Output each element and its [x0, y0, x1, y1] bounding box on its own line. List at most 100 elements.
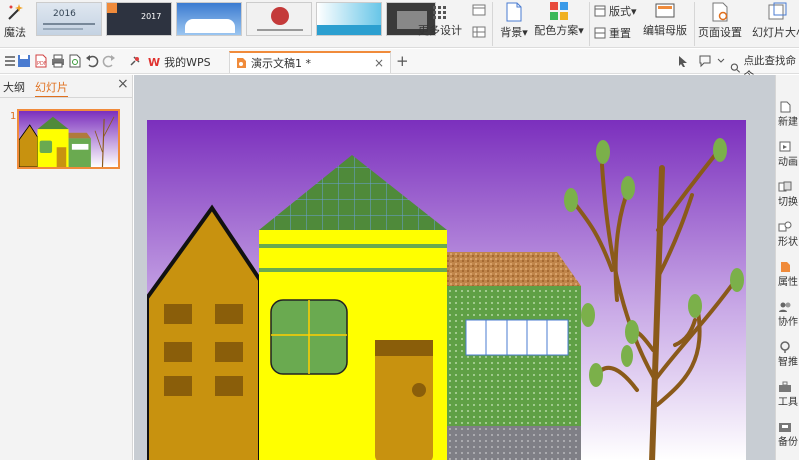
magic-button[interactable]: 魔法 — [0, 2, 30, 40]
slide-number: 1 — [10, 111, 17, 122]
tool-icon — [779, 381, 791, 392]
menu-icon[interactable] — [3, 54, 17, 68]
slide-1[interactable] — [147, 120, 746, 460]
editing-canvas[interactable] — [134, 75, 775, 460]
tab-document[interactable]: 演示文稿1 * × — [229, 51, 391, 73]
background-button[interactable]: 背景▾ — [496, 2, 532, 40]
design-gallery: 2016 2017 — [32, 2, 462, 36]
rail-animation[interactable]: 动画 — [778, 141, 799, 168]
layout-small-icon[interactable] — [472, 4, 486, 16]
rail-transition-label: 切换 — [778, 197, 798, 208]
export-pdf-icon[interactable]: PDF — [34, 54, 48, 68]
pin-icon[interactable] — [128, 54, 142, 68]
rail-transition[interactable]: 切换 — [778, 181, 799, 208]
print-preview-icon[interactable] — [68, 54, 82, 68]
transition-icon — [778, 181, 792, 192]
shape-icon — [778, 221, 792, 232]
rail-animation-label: 动画 — [778, 157, 798, 168]
right-task-rail: 新建 动画 切换 形状 属性 协作 智推 工具 备份 — [775, 75, 799, 460]
wps-logo-icon: W — [148, 55, 161, 69]
page-setup-icon — [712, 2, 728, 22]
ribbon-separator — [492, 2, 493, 46]
design-thumb-2[interactable]: 2017 — [106, 2, 172, 36]
collab-icon — [779, 302, 791, 312]
master-slide-icon — [655, 3, 675, 18]
tab-document-label: 演示文稿1 * — [251, 57, 311, 70]
ribbon-separator — [589, 2, 590, 46]
new-icon — [780, 101, 791, 113]
reset-icon — [594, 27, 606, 39]
page-icon — [506, 2, 522, 22]
rail-new-label: 新建 — [778, 117, 798, 128]
rail-collab-label: 协作 — [778, 317, 798, 328]
design-thumb-1[interactable]: 2016 — [36, 2, 102, 36]
layout-icon — [594, 5, 606, 17]
tab-slides[interactable]: 幻灯片 — [35, 79, 68, 98]
tab-bar: PDF W 我的WPS 演示文稿1 * × + 点此查找命令 — [0, 49, 799, 82]
page-setup-label: 页面设置 — [698, 26, 742, 39]
more-icon[interactable] — [714, 54, 728, 68]
close-pane-icon[interactable]: × — [117, 76, 129, 92]
rail-smart[interactable]: 智推 — [778, 341, 799, 368]
more-design-label: 更多设计 — [418, 24, 462, 37]
tab-wps-label: 我的WPS — [164, 56, 211, 69]
svg-text:PDF: PDF — [37, 61, 47, 67]
table-small-icon[interactable] — [472, 26, 486, 38]
slide-thumbnail-1[interactable] — [17, 109, 120, 169]
new-tab-icon[interactable]: + — [396, 52, 409, 70]
color-scheme-label: 配色方案▾ — [534, 24, 584, 37]
ribbon-separator — [694, 2, 695, 46]
search-icon — [730, 63, 741, 73]
tab-wps[interactable]: W 我的WPS — [142, 51, 217, 73]
color-scheme-button[interactable]: 配色方案▾ — [534, 2, 584, 38]
design-thumb-5[interactable] — [316, 2, 382, 36]
save-icon[interactable] — [17, 54, 31, 68]
smart-icon — [780, 341, 790, 353]
edit-master-button[interactable]: 编辑母版 — [642, 2, 688, 38]
magic-label: 魔法 — [4, 26, 26, 39]
close-tab-icon[interactable]: × — [374, 56, 384, 70]
tab-outline[interactable]: 大纲 — [3, 79, 25, 95]
backup-icon — [779, 423, 791, 432]
page-setup-button[interactable]: 页面设置 — [698, 2, 742, 40]
more-design-button[interactable]: 更多设计 — [418, 6, 462, 38]
green-house — [447, 252, 581, 460]
rail-property[interactable]: 属性 — [778, 261, 799, 288]
slides-pane: 大纲 幻灯片 × 1 — [0, 75, 133, 460]
presentation-file-icon — [237, 58, 246, 68]
print-icon[interactable] — [51, 54, 65, 68]
magic-wand-icon — [8, 4, 23, 20]
redo-icon[interactable] — [102, 54, 116, 68]
comment-icon[interactable] — [698, 54, 712, 68]
color-palette-icon — [550, 2, 568, 20]
rail-collab[interactable]: 协作 — [778, 301, 799, 328]
design-thumb-4[interactable] — [246, 2, 312, 36]
layout-label: 版式 — [609, 5, 631, 18]
animation-icon — [779, 141, 791, 152]
design-thumb-3[interactable] — [176, 2, 242, 36]
rail-backup[interactable]: 备份 — [778, 421, 799, 448]
slide-thumbnail-image — [19, 111, 118, 167]
design-thumb-year: 2017 — [141, 12, 162, 21]
rail-new[interactable]: 新建 — [778, 101, 799, 128]
rail-tool[interactable]: 工具 — [778, 381, 799, 408]
slide-size-button[interactable]: 幻灯片大小 — [752, 2, 799, 40]
edit-master-label: 编辑母版 — [643, 24, 687, 37]
property-icon — [781, 262, 790, 272]
design-thumb-year: 2016 — [53, 9, 76, 19]
background-label: 背景▾ — [500, 26, 528, 39]
rail-shape-label: 形状 — [778, 237, 798, 248]
rail-shape[interactable]: 形状 — [778, 221, 799, 248]
cursor-tool-icon[interactable] — [676, 54, 690, 68]
ribbon: 魔法 2016 2017 更多设计 背景▾ 配色方案▾ 版式 ▾ 重置 编辑母版… — [0, 0, 799, 48]
rail-tool-label: 工具 — [778, 397, 798, 408]
rail-property-label: 属性 — [778, 277, 798, 288]
undo-icon[interactable] — [85, 54, 99, 68]
reset-button[interactable]: 重置 — [594, 25, 631, 41]
rail-backup-label: 备份 — [778, 437, 798, 448]
grid-icon — [433, 6, 446, 19]
layout-button[interactable]: 版式 ▾ — [594, 3, 637, 19]
slide-size-icon — [768, 2, 787, 20]
slide-illustration — [147, 120, 746, 460]
slide-size-label: 幻灯片大小 — [752, 26, 799, 39]
